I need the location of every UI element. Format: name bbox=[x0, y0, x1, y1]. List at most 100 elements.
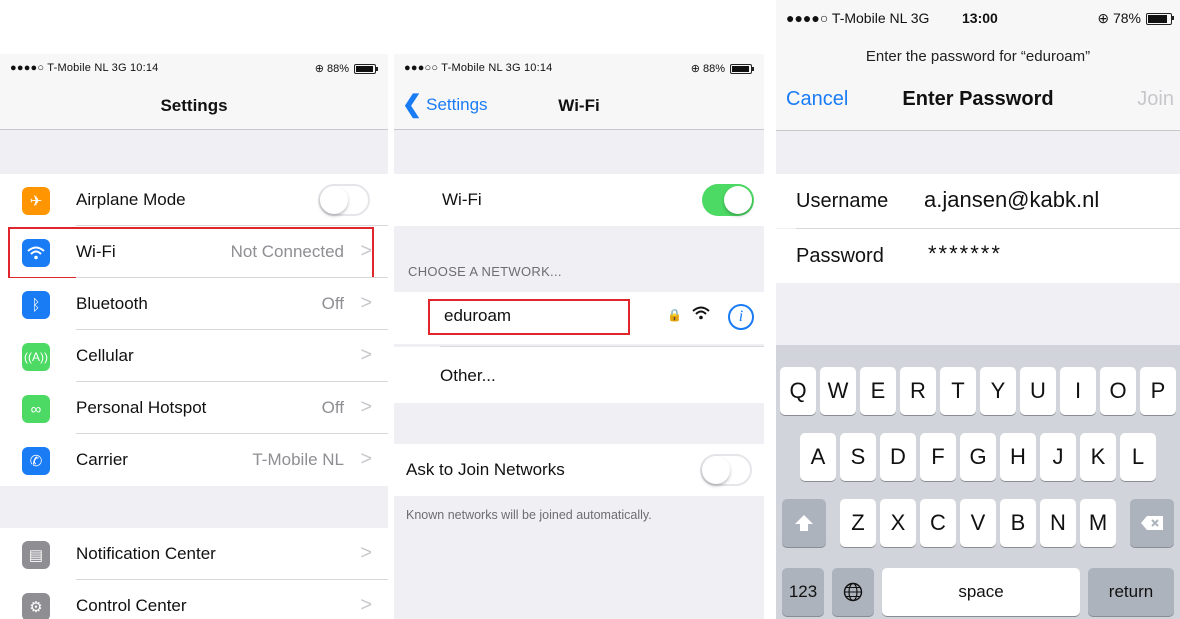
network-row-other[interactable]: Other... bbox=[394, 347, 764, 403]
chevron-right-icon: > bbox=[360, 344, 372, 366]
key-p[interactable]: P bbox=[1140, 367, 1176, 415]
nav-bar: ❮ Settings Wi-Fi bbox=[394, 82, 764, 130]
key-h[interactable]: H bbox=[1000, 433, 1036, 481]
battery-percent: ⊕ 88% bbox=[314, 63, 349, 75]
carrier-status: ●●●○○ T-Mobile NL 3G 10:14 bbox=[404, 62, 553, 74]
shift-key[interactable] bbox=[782, 499, 826, 547]
cellular-icon: ((A)) bbox=[22, 343, 50, 371]
key-d[interactable]: D bbox=[880, 433, 916, 481]
password-field[interactable]: ******* bbox=[928, 241, 1002, 267]
ask-to-join-label: Ask to Join Networks bbox=[406, 460, 565, 479]
key-a[interactable]: A bbox=[800, 433, 836, 481]
battery-percent: ⊕ 78% bbox=[1097, 10, 1141, 26]
return-key[interactable]: return bbox=[1088, 568, 1174, 616]
globe-key[interactable] bbox=[832, 568, 874, 616]
ask-to-join-toggle[interactable] bbox=[700, 454, 752, 486]
space-key[interactable]: space bbox=[882, 568, 1080, 616]
airplane-mode-toggle[interactable] bbox=[318, 184, 370, 216]
key-y[interactable]: Y bbox=[980, 367, 1016, 415]
key-q[interactable]: Q bbox=[780, 367, 816, 415]
other-network-label: Other... bbox=[440, 366, 496, 385]
chevron-right-icon: > bbox=[360, 448, 372, 470]
row-label: Airplane Mode bbox=[76, 190, 186, 209]
hotspot-icon: ∞ bbox=[22, 395, 50, 423]
username-label: Username bbox=[796, 190, 889, 212]
info-icon[interactable]: i bbox=[728, 304, 754, 330]
chevron-right-icon: > bbox=[360, 396, 372, 418]
key-r[interactable]: R bbox=[900, 367, 936, 415]
bluetooth-icon: ᛒ bbox=[22, 291, 50, 319]
key-f[interactable]: F bbox=[920, 433, 956, 481]
settings-row-airplane-mode[interactable]: ✈ Airplane Mode bbox=[0, 174, 388, 226]
lock-icon: 🔒 bbox=[667, 308, 682, 322]
join-button[interactable]: Join bbox=[1137, 88, 1174, 111]
key-c[interactable]: C bbox=[920, 499, 956, 547]
password-prompt: Enter the password for “eduroam” bbox=[865, 48, 1091, 65]
wifi-toggle[interactable] bbox=[702, 184, 754, 216]
page-title: Settings bbox=[160, 96, 228, 115]
settings-row-cellular[interactable]: ((A)) Cellular > bbox=[0, 330, 388, 382]
key-m[interactable]: M bbox=[1080, 499, 1116, 547]
settings-row-bluetooth[interactable]: ᛒ Bluetooth Off > bbox=[0, 278, 388, 330]
battery-icon bbox=[354, 63, 378, 74]
notification-icon: ▤ bbox=[22, 541, 50, 569]
key-s[interactable]: S bbox=[840, 433, 876, 481]
bluetooth-status-value: Off bbox=[321, 294, 344, 313]
carrier-value: T-Mobile NL bbox=[252, 450, 344, 469]
key-g[interactable]: G bbox=[960, 433, 996, 481]
battery-status: ⊕ 78% bbox=[1097, 10, 1174, 27]
carrier-status: ●●●●○ T-Mobile NL 3G bbox=[786, 10, 930, 26]
username-row: Username a.jansen@kabk.nl bbox=[776, 174, 1180, 228]
key-e[interactable]: E bbox=[860, 367, 896, 415]
chevron-right-icon: > bbox=[360, 542, 372, 564]
row-label: Notification Center bbox=[76, 544, 216, 563]
carrier-status: ●●●●○ T-Mobile NL 3G 10:14 bbox=[10, 62, 159, 74]
phone-icon: ✆ bbox=[22, 447, 50, 475]
enter-password-screen: ●●●●○ T-Mobile NL 3G 13:00 ⊕ 78% Enter t… bbox=[776, 0, 1180, 619]
settings-row-control-center[interactable]: ⚙ Control Center > bbox=[0, 580, 388, 619]
wifi-signal-icon bbox=[692, 306, 710, 325]
nav-bar: Settings bbox=[0, 82, 388, 130]
password-header: ●●●●○ T-Mobile NL 3G 13:00 ⊕ 78% Enter t… bbox=[776, 0, 1180, 131]
battery-icon bbox=[1146, 12, 1174, 25]
key-n[interactable]: N bbox=[1040, 499, 1076, 547]
key-t[interactable]: T bbox=[940, 367, 976, 415]
wifi-label: Wi-Fi bbox=[442, 190, 482, 209]
password-label: Password bbox=[796, 245, 884, 267]
key-k[interactable]: K bbox=[1080, 433, 1116, 481]
settings-row-carrier[interactable]: ✆ Carrier T-Mobile NL > bbox=[0, 434, 388, 486]
row-label: Carrier bbox=[76, 450, 128, 469]
wifi-screen: ●●●○○ T-Mobile NL 3G 10:14 ⊕ 88% ❮ Setti… bbox=[394, 54, 764, 619]
eduroam-highlight-box bbox=[428, 299, 630, 335]
ask-to-join-footnote: Known networks will be joined automatica… bbox=[406, 508, 652, 522]
backspace-key[interactable] bbox=[1130, 499, 1174, 547]
numbers-key[interactable]: 123 bbox=[782, 568, 824, 616]
choose-network-header: CHOOSE A NETWORK... bbox=[408, 264, 562, 279]
ask-to-join-row: Ask to Join Networks bbox=[394, 444, 764, 496]
status-bar: ●●●○○ T-Mobile NL 3G 10:14 ⊕ 88% bbox=[394, 54, 764, 82]
battery-status: ⊕ 88% bbox=[690, 62, 754, 75]
key-u[interactable]: U bbox=[1020, 367, 1056, 415]
key-j[interactable]: J bbox=[1040, 433, 1076, 481]
status-bar: ●●●●○ T-Mobile NL 3G 10:14 ⊕ 88% bbox=[0, 54, 388, 82]
row-label: Control Center bbox=[76, 596, 187, 615]
key-z[interactable]: Z bbox=[840, 499, 876, 547]
key-w[interactable]: W bbox=[820, 367, 856, 415]
battery-percent: ⊕ 88% bbox=[690, 63, 725, 75]
key-b[interactable]: B bbox=[1000, 499, 1036, 547]
battery-icon bbox=[730, 63, 754, 74]
clock-time: 13:00 bbox=[962, 10, 998, 26]
username-field[interactable]: a.jansen@kabk.nl bbox=[924, 187, 1099, 213]
keyboard: QWERTYUIOP ASDFGHJKL ZXCVBNM 123 space r… bbox=[776, 345, 1180, 619]
key-x[interactable]: X bbox=[880, 499, 916, 547]
settings-row-personal-hotspot[interactable]: ∞ Personal Hotspot Off > bbox=[0, 382, 388, 434]
key-v[interactable]: V bbox=[960, 499, 996, 547]
chevron-right-icon: > bbox=[360, 292, 372, 314]
key-l[interactable]: L bbox=[1120, 433, 1156, 481]
key-i[interactable]: I bbox=[1060, 367, 1096, 415]
row-label: Bluetooth bbox=[76, 294, 148, 313]
key-o[interactable]: O bbox=[1100, 367, 1136, 415]
page-title: Enter Password bbox=[902, 88, 1054, 110]
row-label: Cellular bbox=[76, 346, 134, 365]
settings-row-notification-center[interactable]: ▤ Notification Center > bbox=[0, 528, 388, 580]
